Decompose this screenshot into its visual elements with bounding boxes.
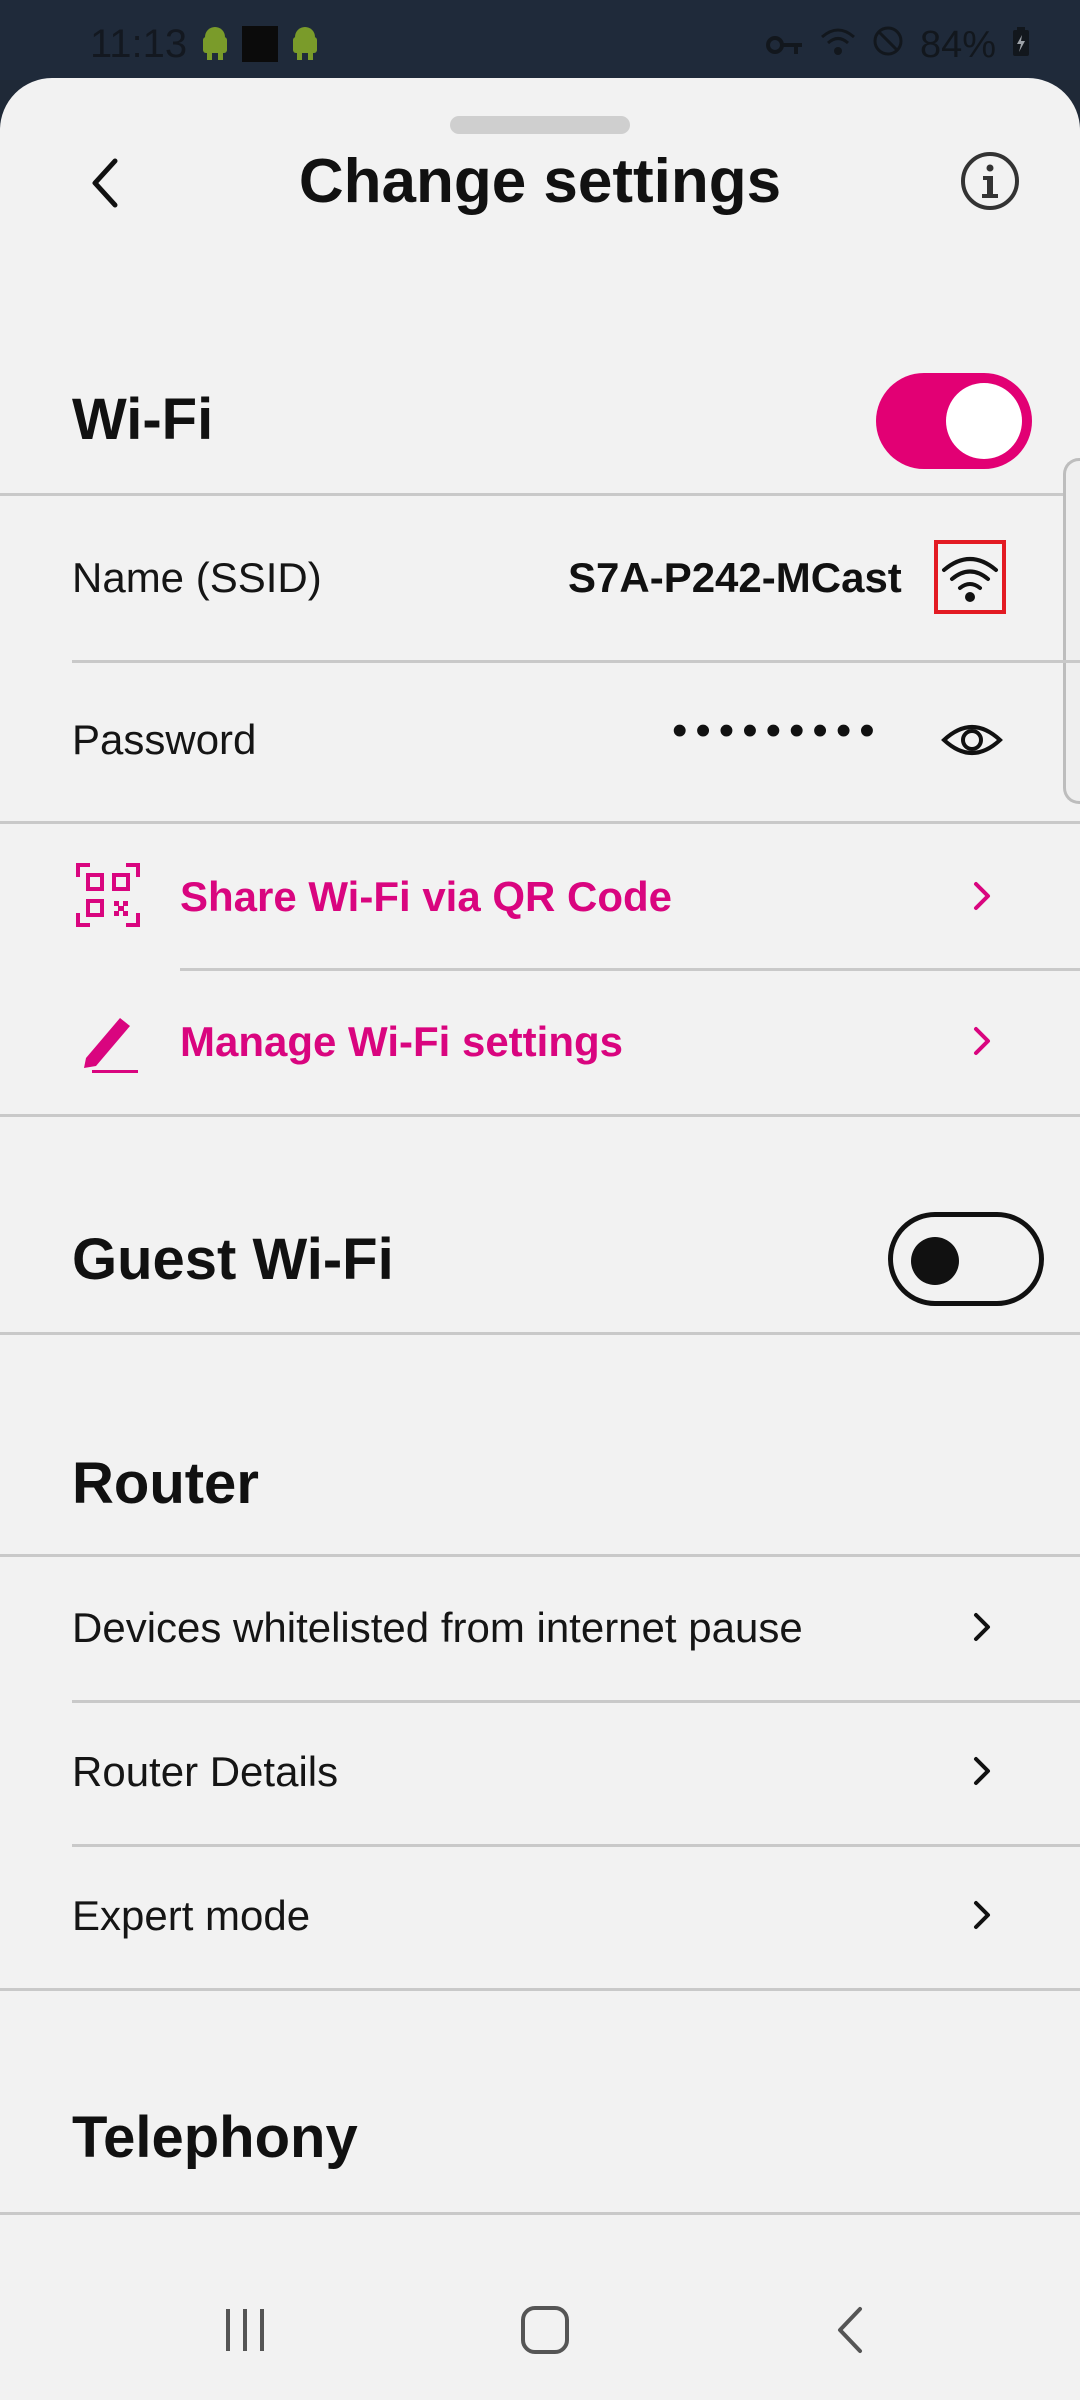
router-item-whitelisted-devices[interactable]: Devices whitelisted from internet pause [0,1556,1080,1700]
home-icon [521,2306,569,2354]
manage-wifi-label: Manage Wi-Fi settings [180,1018,623,1065]
router-section-title: Router [72,1451,259,1516]
chevron-right-icon [962,1890,1002,1940]
notification-icons [200,26,320,62]
info-button[interactable] [955,146,1025,216]
divider [0,2212,1080,2215]
divider [0,1988,1080,1991]
wifi-status-icon [820,24,856,67]
router-item-details[interactable]: Router Details [0,1702,1080,1844]
wifi-icon [942,557,998,602]
wifi-toggle[interactable] [876,373,1032,469]
divider [0,1332,1080,1335]
chevron-right-icon [962,1016,1002,1066]
battery-level: 84% [919,24,996,66]
top-app-bar: Change settings [0,120,1080,240]
system-back-button[interactable] [805,2295,895,2365]
show-password-button[interactable] [940,708,1004,772]
wifi-details-button[interactable] [934,540,1006,614]
toggle-knob [911,1237,959,1285]
pen-icon [84,1018,138,1073]
telephony-section-title: Telephony [72,2105,358,2170]
toggle-knob [946,383,1022,459]
back-arrow-icon [838,2307,862,2353]
share-wifi-label: Share Wi-Fi via QR Code [180,873,673,920]
info-icon [961,152,1019,210]
password-mask: ••••••••• [672,706,883,755]
password-label: Password [72,716,257,763]
chevron-right-icon [962,1602,1002,1652]
eye-icon [941,725,1003,755]
router-item-label: Router Details [72,1748,339,1795]
guest-wifi-title: Guest Wi-Fi [72,1227,394,1292]
divider [0,493,1080,496]
page-title: Change settings [298,147,782,216]
system-navigation-bar [0,2250,1080,2400]
vpn-key-icon [765,24,804,67]
chevron-right-icon [962,1746,1002,1796]
chevron-right-icon [962,871,1002,921]
android-icon [290,27,320,61]
do-not-disturb-icon [872,24,904,67]
wifi-section-title: Wi-Fi [72,387,214,452]
manage-wifi-row[interactable]: Manage Wi-Fi settings [0,970,1080,1114]
system-icons: 84% [765,24,1030,67]
router-item-expert-mode[interactable]: Expert mode [0,1846,1080,1988]
router-item-label: Devices whitelisted from internet pause [72,1604,803,1651]
android-icon [200,27,230,61]
router-item-label: Expert mode [72,1892,311,1939]
ssid-value: S7A-P242-MCast [568,554,902,601]
battery-charging-icon [1012,24,1030,67]
scroll-indicator[interactable] [1063,458,1080,804]
divider [0,1114,1080,1117]
share-wifi-qr-row[interactable]: Share Wi-Fi via QR Code [0,823,1080,968]
divider [72,660,1080,663]
settings-sheet: Change settings Wi-Fi Name (SSID) S7A-P2… [0,78,1080,2400]
status-time: 11:13 [90,22,188,66]
status-bar: 11:13 84% [0,0,1080,80]
guest-wifi-toggle[interactable] [888,1212,1044,1306]
recent-apps-icon [226,2309,264,2351]
recent-apps-button[interactable] [200,2295,290,2365]
app-notification-icon [242,26,278,62]
qr-code-icon [76,863,140,927]
home-button[interactable] [500,2295,590,2365]
ssid-label: Name (SSID) [72,554,322,601]
